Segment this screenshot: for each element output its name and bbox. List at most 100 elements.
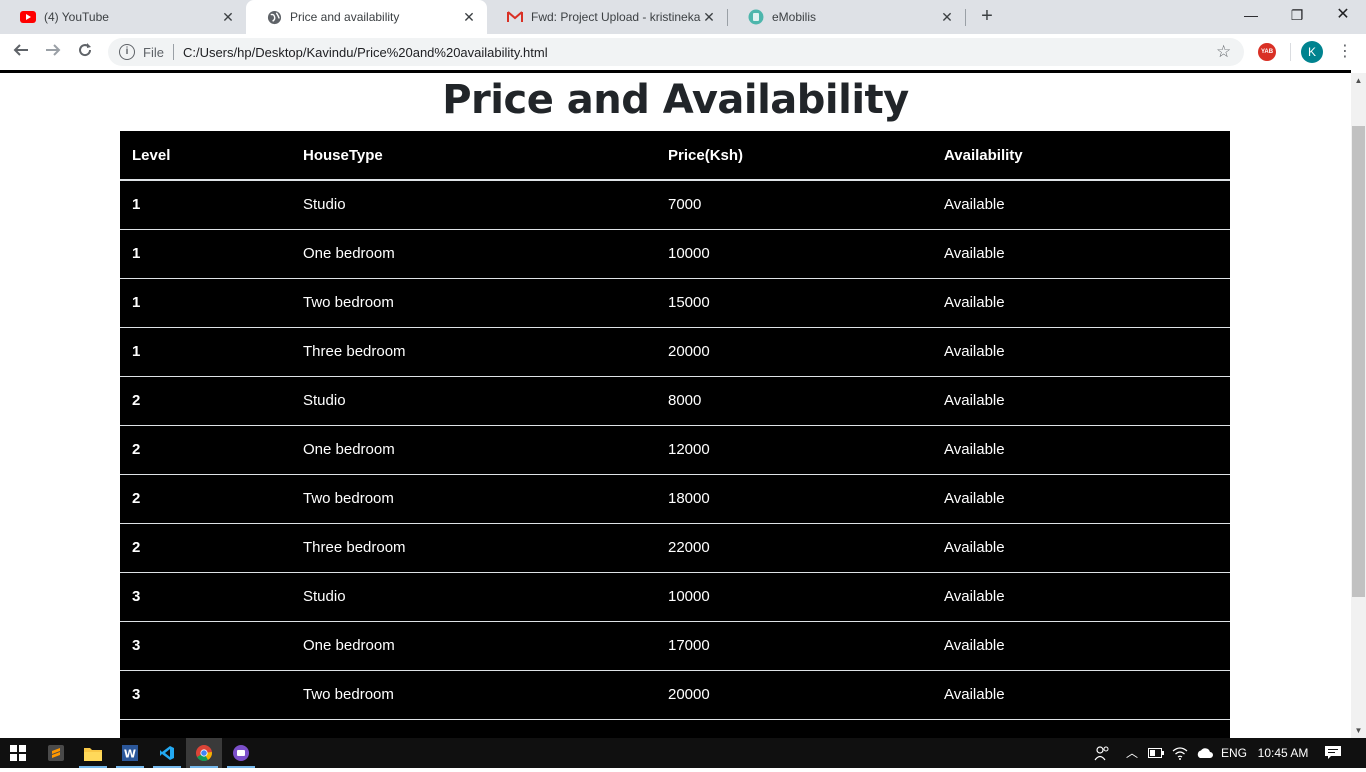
- cell-level: 3: [120, 669, 291, 719]
- show-hidden-icons-icon[interactable]: ︿: [1122, 738, 1142, 768]
- reload-icon: [79, 43, 92, 57]
- new-tab-button[interactable]: +: [976, 6, 998, 28]
- reload-button[interactable]: [71, 38, 99, 66]
- windows-taskbar: W ︿ ENG 10:45 AM: [0, 738, 1366, 768]
- cell-availability: Available: [932, 179, 1230, 229]
- language-indicator[interactable]: ENG: [1218, 738, 1250, 768]
- close-tab-icon[interactable]: ✕: [461, 9, 477, 25]
- cell-price: 10000: [656, 571, 932, 621]
- cell-level: 3: [120, 620, 291, 670]
- table-row: 2 Three bedroom 22000 Available: [120, 522, 1230, 572]
- tab-title: eMobilis: [772, 10, 817, 24]
- file-explorer-icon: [84, 747, 102, 761]
- cell-price: 20000: [656, 669, 932, 719]
- browser-menu-icon[interactable]: ⋮: [1337, 40, 1353, 64]
- cell-housetype: Studio: [291, 375, 656, 425]
- people-icon[interactable]: [1092, 738, 1112, 768]
- youtube-icon: [20, 9, 36, 25]
- tab-title: Price and availability: [290, 10, 400, 24]
- column-header-housetype: HouseType: [291, 131, 656, 181]
- cell-housetype: One bedroom: [291, 424, 656, 474]
- restore-button[interactable]: ❐: [1274, 0, 1320, 30]
- windows-logo-icon: [10, 745, 26, 761]
- cell-level: 1: [120, 228, 291, 278]
- onedrive-icon[interactable]: [1194, 738, 1216, 768]
- emulator-icon: [233, 745, 249, 761]
- cell-housetype: Two bedroom: [291, 277, 656, 327]
- taskbar-sublime[interactable]: [38, 738, 74, 768]
- cell-housetype: One bedroom: [291, 620, 656, 670]
- taskbar-emulator[interactable]: [223, 738, 259, 768]
- cell-level: 1: [120, 326, 291, 376]
- close-tab-icon[interactable]: ✕: [220, 9, 236, 25]
- yab-extension-icon[interactable]: YAB: [1258, 43, 1276, 61]
- cell-level: 1: [120, 277, 291, 327]
- chrome-icon: [196, 745, 212, 761]
- profile-avatar[interactable]: K: [1301, 41, 1323, 63]
- address-bar[interactable]: i File C:/Users/hp/Desktop/Kavindu/Price…: [108, 38, 1244, 66]
- table-header-row: Level HouseType Price(Ksh) Availability: [120, 131, 1230, 181]
- svg-text:W: W: [124, 748, 136, 761]
- close-tab-icon[interactable]: ✕: [701, 9, 717, 25]
- table-row: 3 Two bedroom 20000 Available: [120, 669, 1230, 719]
- action-center-icon[interactable]: [1320, 738, 1346, 768]
- column-header-price: Price(Ksh): [656, 131, 932, 181]
- start-button[interactable]: [0, 738, 36, 768]
- table-row: 2 One bedroom 12000 Available: [120, 424, 1230, 474]
- cell-level: [120, 718, 291, 738]
- column-header-level: Level: [120, 131, 291, 181]
- cell-price: 17000: [656, 620, 932, 670]
- tab-emobilis[interactable]: eMobilis ✕: [728, 0, 965, 34]
- cell-housetype: Two bedroom: [291, 473, 656, 523]
- taskbar-vscode[interactable]: [149, 738, 185, 768]
- table-row: 1 Two bedroom 15000 Available: [120, 277, 1230, 327]
- cell-availability: Available: [932, 277, 1230, 327]
- address-divider: [172, 44, 174, 60]
- table-row: 1 Three bedroom 20000 Available: [120, 326, 1230, 376]
- wifi-icon[interactable]: [1170, 738, 1190, 768]
- page-scrollbar[interactable]: ▲ ▼: [1351, 73, 1366, 738]
- back-button[interactable]: [7, 38, 35, 66]
- cell-level: 2: [120, 424, 291, 474]
- tab-title: Fwd: Project Upload - kristinekak: [531, 10, 701, 24]
- toolbar-divider: [1290, 43, 1291, 61]
- cell-level: 1: [120, 179, 291, 229]
- table-row: [120, 718, 1230, 738]
- cell-level: 2: [120, 522, 291, 572]
- address-url: C:/Users/hp/Desktop/Kavindu/Price%20and%…: [182, 44, 548, 60]
- cell-availability: Available: [932, 228, 1230, 278]
- cell-availability: Available: [932, 669, 1230, 719]
- bookmark-star-icon[interactable]: ☆: [1216, 42, 1231, 62]
- taskbar-word[interactable]: W: [112, 738, 148, 768]
- tab-price-and-availability[interactable]: Price and availability ✕: [246, 0, 487, 34]
- table-row: 1 Studio 7000 Available: [120, 179, 1230, 229]
- cell-level: 2: [120, 375, 291, 425]
- table-row: 3 Studio 10000 Available: [120, 571, 1230, 621]
- price-table: Level HouseType Price(Ksh) Availability …: [120, 131, 1230, 738]
- close-window-button[interactable]: ✕: [1320, 0, 1366, 30]
- gmail-icon: [507, 9, 523, 25]
- tab-youtube[interactable]: (4) YouTube ✕: [0, 0, 246, 34]
- cell-housetype: Three bedroom: [291, 326, 656, 376]
- cell-level: 3: [120, 571, 291, 621]
- scroll-up-arrow-icon[interactable]: ▲: [1351, 73, 1366, 88]
- battery-icon[interactable]: [1146, 738, 1166, 768]
- cell-housetype: Two bedroom: [291, 669, 656, 719]
- tab-gmail[interactable]: Fwd: Project Upload - kristinekak ✕: [487, 0, 727, 34]
- forward-button[interactable]: [39, 38, 67, 66]
- scroll-down-arrow-icon[interactable]: ▼: [1351, 723, 1366, 738]
- taskbar-file-explorer[interactable]: [75, 738, 111, 768]
- tab-strip: (4) YouTube ✕ Price and availability ✕ F…: [0, 0, 1366, 34]
- cell-availability: Available: [932, 473, 1230, 523]
- info-icon[interactable]: i: [119, 44, 135, 60]
- scrollbar-thumb[interactable]: [1352, 126, 1365, 597]
- cell-price: 22000: [656, 522, 932, 572]
- close-tab-icon[interactable]: ✕: [939, 9, 955, 25]
- cell-availability: Available: [932, 620, 1230, 670]
- taskbar-chrome[interactable]: [186, 738, 222, 768]
- minimize-button[interactable]: —: [1228, 0, 1274, 30]
- column-header-availability: Availability: [932, 131, 1230, 181]
- page-title: Price and Availability: [442, 77, 909, 123]
- sublime-icon: [48, 745, 64, 761]
- clock[interactable]: 10:45 AM: [1252, 738, 1314, 768]
